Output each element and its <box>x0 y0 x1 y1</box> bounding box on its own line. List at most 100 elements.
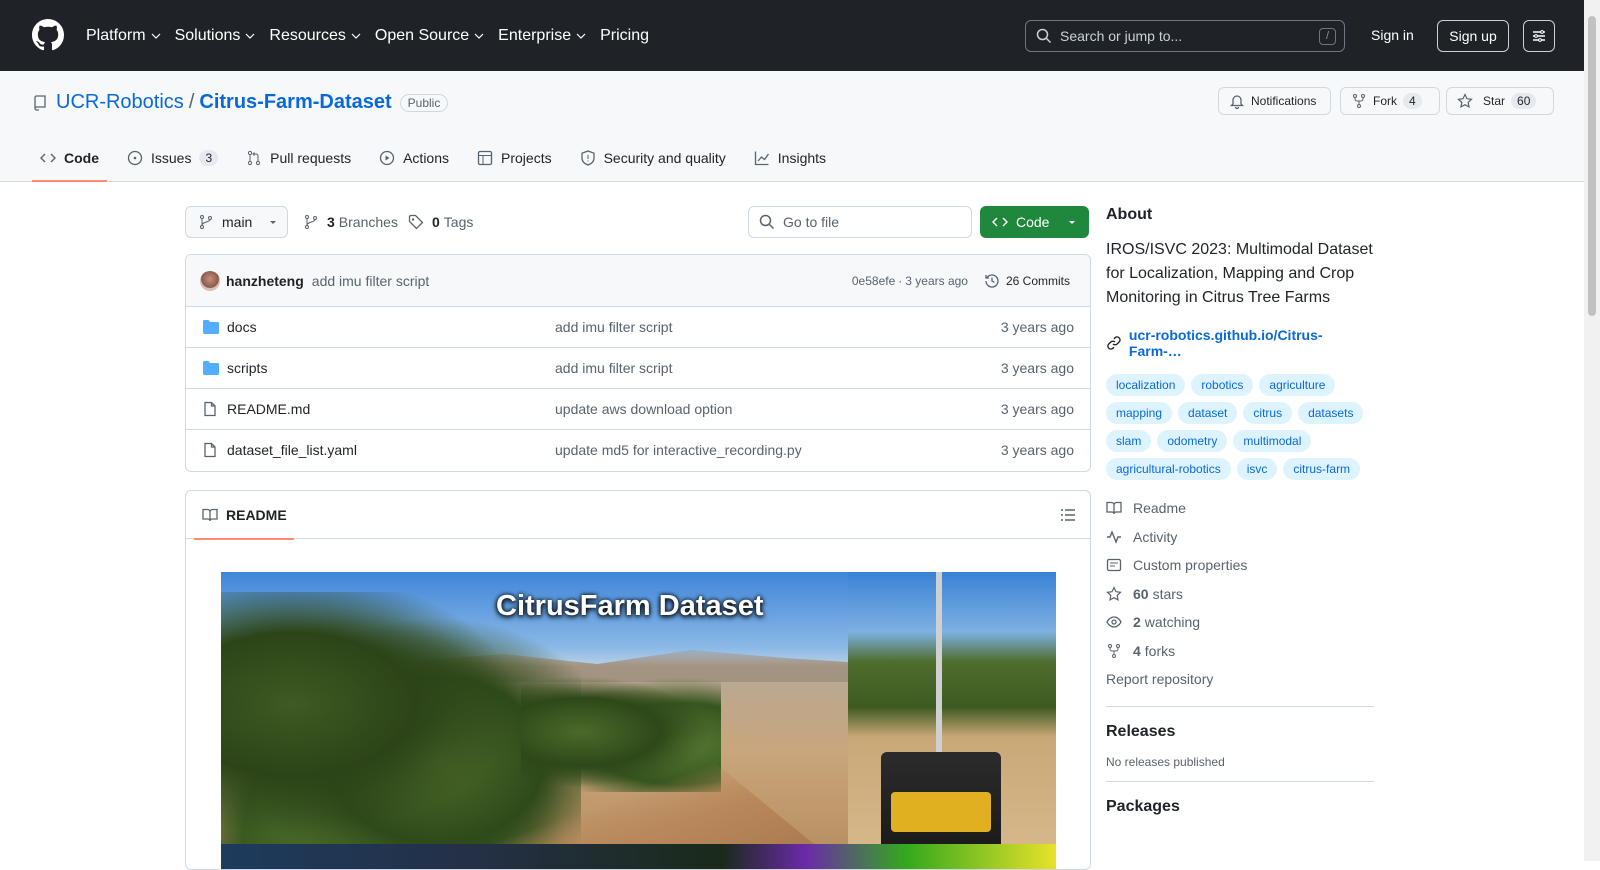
go-to-file-input[interactable]: Go to file <box>748 206 972 238</box>
nav-pricing[interactable]: Pricing <box>600 27 649 45</box>
notifications-button[interactable]: Notifications <box>1218 87 1331 115</box>
topic-tag[interactable]: mapping <box>1106 402 1173 424</box>
code-dropdown-button[interactable]: Code <box>980 206 1089 238</box>
about-description: IROS/ISVC 2023: Multimodal Dataset for L… <box>1106 241 1373 306</box>
tab-actions[interactable]: Actions <box>371 134 457 182</box>
activity-link[interactable]: Activity <box>1106 523 1374 552</box>
file-commit-message-link[interactable]: add imu filter script <box>555 319 672 335</box>
topic-tag[interactable]: citrus <box>1243 402 1293 424</box>
tab-security[interactable]: Security and quality <box>572 134 734 182</box>
file-name-link[interactable]: README.md <box>227 401 310 417</box>
bell-icon <box>1229 95 1245 109</box>
branches-link[interactable]: 3 Branches <box>303 214 398 230</box>
search-input[interactable]: Search or jump to... / <box>1025 20 1345 52</box>
forks-count: 4 <box>1133 642 1141 659</box>
topic-tag[interactable]: robotics <box>1191 374 1254 396</box>
commit-message-link[interactable]: add imu filter script <box>312 273 429 289</box>
commit-hash-link[interactable]: 0e58efe <box>852 274 895 288</box>
topic-tag[interactable]: agriculture <box>1259 374 1336 396</box>
commit-meta: 0e58efe · 3 years ago 26 Commits <box>852 273 1070 289</box>
releases-heading[interactable]: Releases <box>1106 723 1374 741</box>
repo-owner-link[interactable]: UCR-Robotics <box>56 91 184 114</box>
repo-title: UCR-Robotics / Citrus-Farm-Dataset Publi… <box>32 91 449 114</box>
avatar[interactable] <box>200 270 220 291</box>
sign-up-button[interactable]: Sign up <box>1437 20 1509 52</box>
table-row[interactable]: README.md update aws download option 3 y… <box>186 389 1090 430</box>
tab-projects[interactable]: Projects <box>469 134 560 182</box>
star-icon <box>1106 585 1122 601</box>
nav-open-source[interactable]: Open Source <box>375 27 484 45</box>
custom-properties-label: Custom properties <box>1133 557 1248 574</box>
topic-tag[interactable]: citrus-farm <box>1283 458 1361 480</box>
search-icon <box>759 214 775 230</box>
go-to-file-placeholder: Go to file <box>783 214 840 230</box>
topic-tag[interactable]: odometry <box>1157 430 1228 452</box>
branch-name: main <box>222 214 253 230</box>
table-row[interactable]: docs add imu filter script 3 years ago <box>186 307 1090 348</box>
topic-tag[interactable]: slam <box>1106 430 1152 452</box>
readme-tab-label: README <box>226 507 287 523</box>
star-button[interactable]: Star 60 <box>1446 87 1554 115</box>
issue-opened-icon <box>127 150 143 166</box>
readme-link[interactable]: Readme <box>1106 494 1374 523</box>
report-repository-link[interactable]: Report repository <box>1106 665 1374 694</box>
topic-tag[interactable]: localization <box>1106 374 1186 396</box>
packages-heading[interactable]: Packages <box>1106 798 1374 816</box>
homepage-link[interactable]: ucr-robotics.github.io/Citrus-Farm-… <box>1106 327 1374 359</box>
tab-issues[interactable]: Issues 3 <box>119 134 226 182</box>
nav-platform[interactable]: Platform <box>86 27 161 45</box>
custom-properties-link[interactable]: Custom properties <box>1106 551 1374 580</box>
topic-tag[interactable]: datasets <box>1298 402 1364 424</box>
commit-author-link[interactable]: hanzheteng <box>226 273 304 289</box>
scrollbar-thumb[interactable] <box>1588 16 1596 316</box>
readme-banner-image: CitrusFarm Dataset <box>221 572 1056 869</box>
banner-sensor-strip <box>221 844 1056 869</box>
eye-icon <box>1106 616 1122 628</box>
activity-link-label: Activity <box>1133 528 1178 545</box>
file-icon <box>204 442 216 458</box>
repo-name-link[interactable]: Citrus-Farm-Dataset <box>199 91 391 114</box>
branch-select-button[interactable]: main <box>185 206 288 238</box>
file-commit-message-link[interactable]: add imu filter script <box>555 360 672 376</box>
github-logo-icon[interactable] <box>32 19 64 51</box>
history-icon <box>985 274 999 288</box>
readme-tab[interactable]: README <box>194 491 294 540</box>
about-heading: About <box>1106 206 1153 223</box>
fork-button[interactable]: Fork 4 <box>1340 87 1440 115</box>
file-commit-message-link[interactable]: update md5 for interactive_recording.py <box>555 442 802 458</box>
list-unordered-icon[interactable] <box>1060 507 1076 523</box>
file-name-link[interactable]: scripts <box>227 360 267 376</box>
tab-code[interactable]: Code <box>32 134 107 182</box>
file-name-link[interactable]: docs <box>227 319 257 335</box>
readme-panel: README CitrusFarm Dataset <box>185 490 1091 870</box>
git-branch-icon <box>305 215 317 229</box>
tags-link[interactable]: 0 Tags <box>408 214 473 230</box>
forks-link[interactable]: 4 forks <box>1106 637 1374 666</box>
file-commit-message-link[interactable]: update aws download option <box>555 401 732 417</box>
topic-tag[interactable]: isvc <box>1236 458 1278 480</box>
topic-tag[interactable]: dataset <box>1178 402 1238 424</box>
stars-link[interactable]: 60 stars <box>1106 580 1374 609</box>
topic-tag[interactable]: multimodal <box>1233 430 1312 452</box>
nav-solutions[interactable]: Solutions <box>175 27 256 45</box>
nav-resources[interactable]: Resources <box>269 27 361 45</box>
star-label: Star <box>1483 94 1506 108</box>
notifications-label: Notifications <box>1251 94 1317 108</box>
repo-title-separator: / <box>188 91 195 113</box>
file-age: 3 years ago <box>1000 319 1074 335</box>
tab-insights[interactable]: Insights <box>746 134 834 182</box>
chevron-down-icon <box>351 33 361 39</box>
chevron-down-icon <box>474 33 484 39</box>
topic-tag[interactable]: agricultural-robotics <box>1106 458 1231 480</box>
commits-history-link[interactable]: 26 Commits <box>984 273 1070 289</box>
command-palette-button[interactable] <box>1523 20 1555 52</box>
sign-in-link[interactable]: Sign in <box>1371 27 1414 43</box>
chevron-down-icon <box>151 33 161 39</box>
table-row[interactable]: scripts add imu filter script 3 years ag… <box>186 348 1090 389</box>
nav-enterprise[interactable]: Enterprise <box>498 27 586 45</box>
tab-pull-requests[interactable]: Pull requests <box>238 134 359 182</box>
table-row[interactable]: dataset_file_list.yaml update md5 for in… <box>186 430 1090 471</box>
sliders-icon <box>1533 30 1545 42</box>
watchers-link[interactable]: 2 watching <box>1106 608 1374 637</box>
file-name-link[interactable]: dataset_file_list.yaml <box>227 442 357 458</box>
